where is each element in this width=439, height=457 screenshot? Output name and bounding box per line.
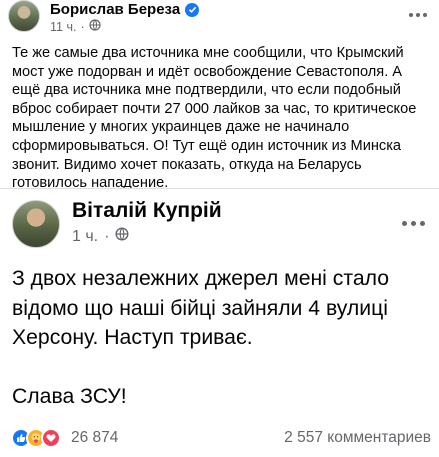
post-header: Борислав Береза 11 ч. · [6, 0, 432, 34]
shared-post-paragraph: З двох незалежних джерел мені стало відо… [12, 267, 390, 349]
author-name[interactable]: Борислав Береза [50, 1, 180, 18]
reaction-icons[interactable] [11, 428, 61, 448]
meta-separator: · [104, 227, 110, 245]
globe-icon [89, 19, 101, 34]
shared-post-text: З двох незалежних джерел мені стало відо… [12, 264, 430, 411]
shared-post-time[interactable]: 1 ч. [72, 228, 98, 246]
reactions-count[interactable]: 26 874 [71, 429, 118, 447]
globe-icon [115, 227, 129, 246]
shared-post-card[interactable]: Віталій Купрій 1 ч. · З двох незалежних … [0, 188, 439, 420]
more-dot-icon [423, 13, 427, 17]
shared-post-options-button[interactable] [396, 211, 430, 235]
author-name-row: Борислав Береза [50, 1, 200, 18]
meta-separator: · [80, 19, 85, 34]
post-options-button[interactable] [404, 4, 432, 26]
reactions-bar: 26 874 2 557 комментариев [0, 420, 439, 457]
more-dot-icon [416, 13, 420, 17]
more-dot-icon [410, 220, 416, 226]
post-time[interactable]: 11 ч. [50, 20, 76, 34]
shared-author-avatar[interactable] [12, 200, 60, 248]
shared-author-name[interactable]: Віталій Купрій [72, 199, 222, 223]
comments-count-link[interactable]: 2 557 комментариев [284, 429, 431, 447]
shared-post-header: Віталій Купрій 1 ч. · [12, 197, 432, 253]
more-dot-icon [401, 220, 407, 226]
love-icon [41, 428, 61, 448]
more-dot-icon [419, 220, 425, 226]
verified-badge-icon [185, 2, 200, 17]
post-text: Те же самые два источника мне сообщили, … [12, 45, 417, 192]
shared-post-paragraph: Слава ЗСУ! [12, 384, 127, 408]
author-avatar[interactable] [8, 0, 40, 32]
post-meta: 11 ч. · [50, 19, 101, 34]
shared-post-meta: 1 ч. · [72, 227, 129, 246]
more-dot-icon [409, 13, 413, 17]
facebook-post: Борислав Береза 11 ч. · Те же самые два … [0, 0, 439, 457]
